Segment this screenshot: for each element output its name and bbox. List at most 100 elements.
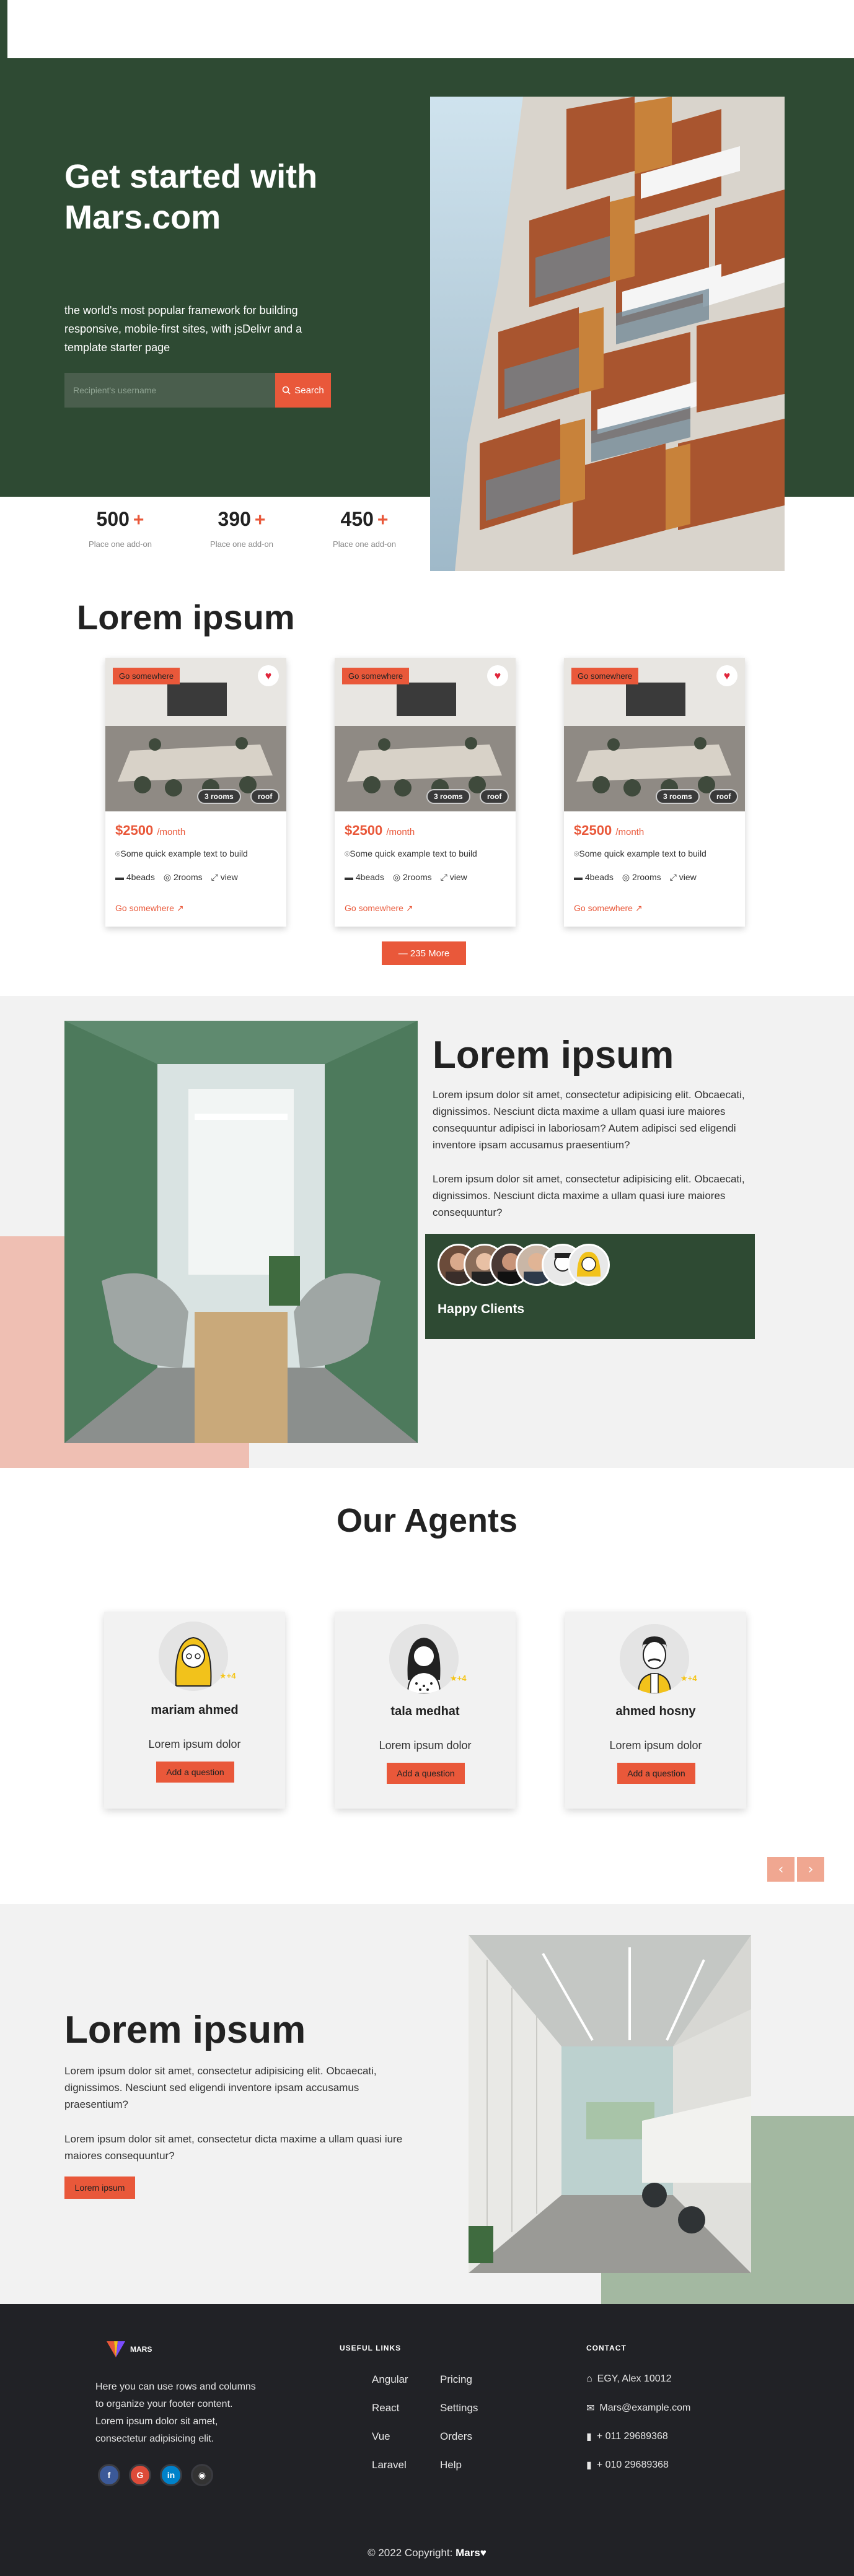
card-link[interactable]: Go somewhere ↗ xyxy=(574,903,643,914)
bed-icon: ▬ xyxy=(345,872,356,882)
footer-link-settings[interactable]: Settings xyxy=(440,2402,478,2414)
contact-email[interactable]: ✉ Mars@example.com xyxy=(586,2402,690,2414)
footer-link-laravel[interactable]: Laravel xyxy=(372,2459,407,2471)
bed-feature: ▬ 4beads xyxy=(345,872,384,883)
add-question-button[interactable]: Add a question xyxy=(617,1763,695,1784)
happy-clients-box: Happy Clients xyxy=(425,1234,755,1339)
agent-name: ahmed hosny xyxy=(615,1705,696,1718)
card-address: ⌾Some quick example text to build xyxy=(574,849,707,859)
rooms-text: 2rooms xyxy=(632,872,661,882)
rooms-icon: ◎ xyxy=(622,872,632,882)
bed-feature: ▬ 4beads xyxy=(115,872,155,883)
hero-title: Get started with Mars.com xyxy=(64,158,318,236)
rooms-pill: 3 rooms xyxy=(656,789,700,804)
github-icon[interactable]: ◉ xyxy=(191,2464,213,2486)
add-question-button[interactable]: Add a question xyxy=(387,1763,465,1784)
view-text: view xyxy=(679,872,697,882)
footer: MARS Here you can use rows and columns t… xyxy=(0,2304,854,2576)
hero-building-image xyxy=(430,97,785,571)
listings-title: Lorem ipsum xyxy=(77,598,295,637)
star-icon: ★ xyxy=(680,1674,688,1683)
expand-icon: ⤢ xyxy=(669,872,679,882)
stat-label: Place one add-on xyxy=(89,539,152,549)
rooms-text: 2rooms xyxy=(173,872,203,882)
heart-icon[interactable]: ♥ xyxy=(716,665,737,686)
rating-value: +4 xyxy=(687,1674,697,1683)
agent-card: ★+4 tala medhat Lorem ipsum dolor Add a … xyxy=(335,1612,516,1809)
listing-card[interactable]: Go somewhere ♥ 3 rooms roof $2500 /month… xyxy=(105,658,286,927)
price-period: /month xyxy=(157,827,186,837)
footer-link-orders[interactable]: Orders xyxy=(440,2430,472,2443)
about-section: Lorem ipsum Lorem ipsum dolor sit amet, … xyxy=(0,996,854,1468)
agent-card: ★+4 mariam ahmed Lorem ipsum dolor Add a… xyxy=(104,1612,285,1809)
roof-pill: roof xyxy=(250,789,280,804)
rooms-icon: ◎ xyxy=(392,872,403,882)
view-feature: ⤢ view xyxy=(670,872,697,883)
footer-link-help[interactable]: Help xyxy=(440,2459,462,2471)
more-listings-button[interactable]: — 235 More xyxy=(382,941,466,965)
stat-plus: + xyxy=(377,510,389,530)
facebook-icon[interactable]: f xyxy=(98,2464,120,2486)
listing-card[interactable]: Go somewhere ♥ 3 rooms roof $2500 /month… xyxy=(564,658,745,927)
roof-pill: roof xyxy=(709,789,739,804)
footer-link-react[interactable]: React xyxy=(372,2402,399,2414)
linkedin-icon[interactable]: in xyxy=(160,2464,182,2486)
agent-avatar xyxy=(389,1624,459,1693)
contact-phone[interactable]: ▮ + 010 29689368 xyxy=(586,2459,669,2471)
contact-text: + 010 29689368 xyxy=(596,2460,669,2470)
page: Get started with Mars.com the world's mo… xyxy=(0,0,854,2576)
card-tag[interactable]: Go somewhere xyxy=(571,668,639,684)
bed-text: 4beads xyxy=(126,872,155,882)
rooms-pill: 3 rooms xyxy=(426,789,470,804)
carousel-prev-button[interactable]: ‹ xyxy=(767,1857,795,1882)
contact-text: EGY, Alex 10012 xyxy=(597,2373,672,2384)
listing-card[interactable]: Go somewhere ♥ 3 rooms roof $2500 /month… xyxy=(335,658,516,927)
card-tag[interactable]: Go somewhere xyxy=(113,668,180,684)
copyright-brand[interactable]: Mars♥ xyxy=(456,2547,486,2559)
footer-link-pricing[interactable]: Pricing xyxy=(440,2373,472,2386)
stat-value: 390 xyxy=(218,508,251,530)
footer-link-vue[interactable]: Vue xyxy=(372,2430,390,2443)
expand-icon: ⤢ xyxy=(440,872,450,882)
copyright-text: © 2022 Copyright: xyxy=(368,2547,453,2559)
stat-label: Place one add-on xyxy=(210,539,273,549)
footer-link-angular[interactable]: Angular xyxy=(372,2373,408,2386)
social-links: f G in ◉ xyxy=(98,2464,213,2486)
contact-phone[interactable]: ▮ + 011 29689368 xyxy=(586,2430,668,2443)
heart-icon[interactable]: ♥ xyxy=(487,665,508,686)
card-price: $2500 /month xyxy=(345,823,415,839)
star-icon: ★ xyxy=(450,1674,457,1683)
footer-about: Here you can use rows and columns to org… xyxy=(95,2382,256,2444)
phone-icon: ▮ xyxy=(586,2460,592,2471)
rooms-text: 2rooms xyxy=(402,872,432,882)
bed-feature: ▬ 4beads xyxy=(574,872,614,883)
search-button[interactable]: Search xyxy=(275,373,331,408)
view-text: view xyxy=(449,872,467,882)
address-text: Some quick example text to build xyxy=(579,849,707,858)
card-link[interactable]: Go somewhere ↗ xyxy=(345,903,413,914)
card-features: ▬ 4beads ◎ 2rooms ⤢ view xyxy=(574,872,697,883)
add-question-button[interactable]: Add a question xyxy=(156,1762,234,1783)
phone-icon: ▮ xyxy=(586,2432,592,2442)
rating-value: +4 xyxy=(457,1674,467,1683)
office-section: Lorem ipsum Lorem ipsum dolor sit amet, … xyxy=(0,1904,854,2304)
card-price: $2500 /month xyxy=(115,823,185,839)
stat-value: 500 xyxy=(96,508,130,530)
search-input[interactable] xyxy=(64,373,275,408)
top-navbar xyxy=(0,0,854,58)
agent-card: ★+4 ahmed hosny Lorem ipsum dolor Add a … xyxy=(565,1612,746,1809)
google-icon[interactable]: G xyxy=(129,2464,151,2486)
heart-icon[interactable]: ♥ xyxy=(258,665,279,686)
office-paragraph-2: Lorem ipsum dolor sit amet, consectetur … xyxy=(64,2133,403,2162)
office-cta-button[interactable]: Lorem ipsum xyxy=(64,2177,135,2199)
carousel-next-button[interactable]: › xyxy=(797,1857,824,1882)
view-text: view xyxy=(220,872,238,882)
footer-brand[interactable]: MARS xyxy=(107,2341,152,2357)
card-tag[interactable]: Go somewhere xyxy=(342,668,410,684)
price-value: $2500 xyxy=(574,823,612,838)
address-text: Some quick example text to build xyxy=(120,849,248,858)
bed-text: 4beads xyxy=(355,872,384,882)
agent-rating: ★+4 xyxy=(680,1674,697,1683)
card-link[interactable]: Go somewhere ↗ xyxy=(115,903,184,914)
open-office-image xyxy=(469,1935,751,2273)
